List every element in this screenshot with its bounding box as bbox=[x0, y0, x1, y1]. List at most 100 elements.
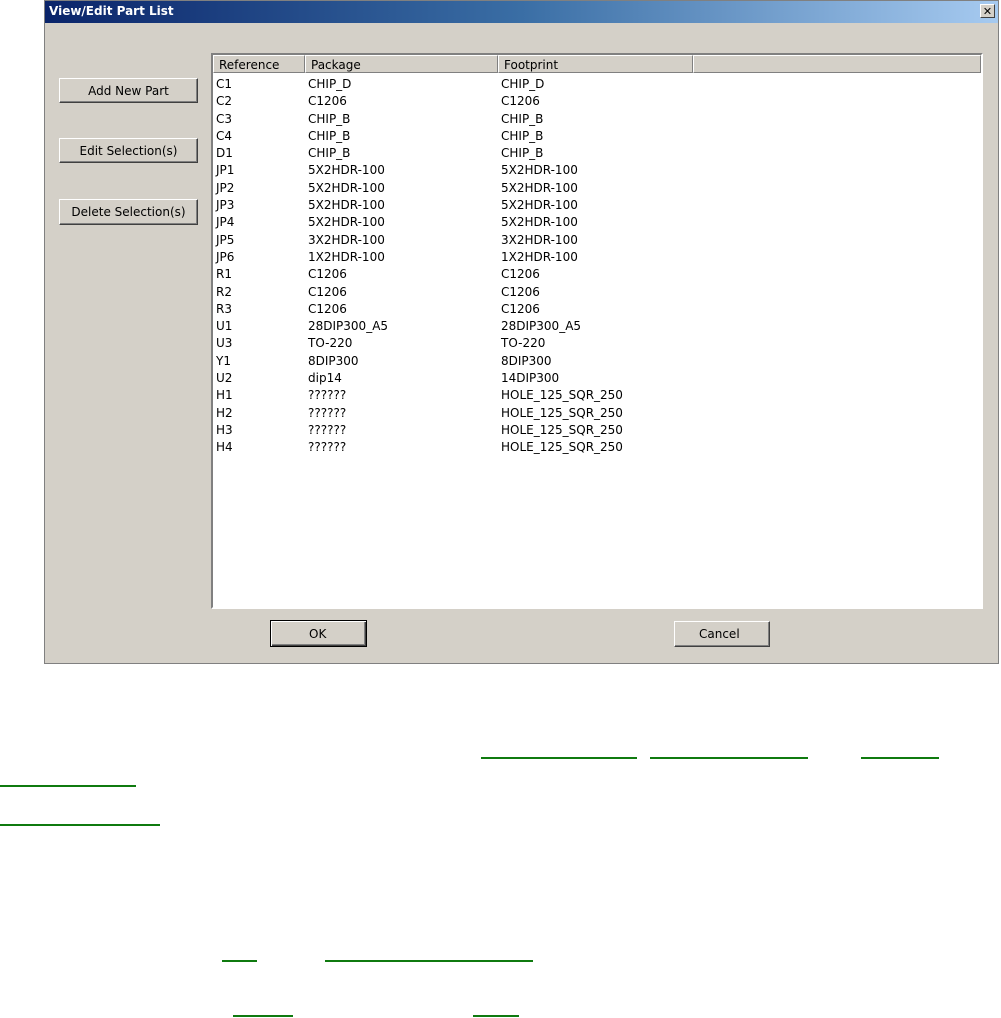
cell-package: C1206 bbox=[308, 284, 347, 299]
cell-package: C1206 bbox=[308, 301, 347, 316]
table-row[interactable]: U1 28DIP300_A5 28DIP300_A5 bbox=[213, 319, 981, 336]
part-list-view[interactable]: Reference Package Footprint C1 CHIP_D CHIP… bbox=[211, 53, 983, 609]
table-row[interactable]: H1?????? HOLE_125_SQR_250 bbox=[213, 388, 981, 405]
cell-footprint: HOLE_125_SQR_250 bbox=[501, 388, 623, 403]
link-underline[interactable] bbox=[481, 757, 637, 759]
cell-footprint: 8DIP300 bbox=[501, 353, 552, 368]
cell-footprint: CHIP_B bbox=[501, 128, 544, 143]
cell-reference: JP4 bbox=[216, 215, 235, 230]
ok-button[interactable]: OK bbox=[270, 620, 367, 647]
link-underline[interactable] bbox=[650, 757, 808, 759]
cell-footprint: 5X2HDR-100 bbox=[501, 180, 578, 195]
column-header-blank[interactable] bbox=[693, 55, 981, 73]
table-row[interactable]: Y1 8DIP300 8DIP300 bbox=[213, 354, 981, 371]
table-row[interactable]: R3 C1206 C1206 bbox=[213, 302, 981, 319]
link-underline[interactable] bbox=[233, 1015, 293, 1017]
table-row[interactable]: JP5 3X2HDR-100 3X2HDR-100 bbox=[213, 233, 981, 250]
cell-reference: R1 bbox=[216, 267, 232, 282]
cell-reference: Y1 bbox=[216, 353, 231, 368]
part-list-dialog: View/Edit Part List ✕ Add New Part Edit … bbox=[44, 0, 999, 664]
cell-reference: H2 bbox=[216, 405, 233, 420]
column-header-reference[interactable]: Reference bbox=[213, 55, 305, 73]
link-underline[interactable] bbox=[0, 785, 136, 787]
cell-footprint: 3X2HDR-100 bbox=[501, 232, 578, 247]
cell-reference: C3 bbox=[216, 111, 233, 126]
delete-selection-button[interactable]: Delete Selection(s) bbox=[59, 199, 198, 225]
cell-package: dip14 bbox=[308, 371, 342, 386]
cell-reference: H3 bbox=[216, 422, 233, 437]
cell-footprint: CHIP_B bbox=[501, 111, 544, 126]
title-bar[interactable]: View/Edit Part List ✕ bbox=[45, 1, 998, 23]
cell-package: CHIP_B bbox=[308, 128, 351, 143]
table-row[interactable]: C3 CHIP_B CHIP_B bbox=[213, 112, 981, 129]
cell-package: 28DIP300_A5 bbox=[308, 319, 389, 334]
cell-reference: JP6 bbox=[216, 249, 235, 264]
cell-package: CHIP_B bbox=[308, 111, 351, 126]
link-underline[interactable] bbox=[0, 824, 160, 826]
cell-package: ?????? bbox=[308, 405, 347, 420]
cell-package: 5X2HDR-100 bbox=[308, 180, 385, 195]
cell-reference: JP2 bbox=[216, 180, 235, 195]
table-row[interactable]: H4?????? HOLE_125_SQR_250 bbox=[213, 440, 981, 457]
cell-footprint: 1X2HDR-100 bbox=[501, 249, 578, 264]
cell-reference: JP5 bbox=[216, 232, 235, 247]
cell-footprint: HOLE_125_SQR_250 bbox=[501, 422, 623, 437]
cell-reference: R3 bbox=[216, 301, 232, 316]
add-new-part-button[interactable]: Add New Part bbox=[59, 78, 198, 103]
cell-reference: C1 bbox=[216, 77, 233, 91]
cell-package: ?????? bbox=[308, 440, 347, 455]
close-button[interactable]: ✕ bbox=[980, 4, 995, 18]
cell-reference: U1 bbox=[216, 319, 233, 334]
cell-reference: D1 bbox=[216, 146, 233, 161]
cell-reference: C4 bbox=[216, 128, 233, 143]
cell-footprint: 5X2HDR-100 bbox=[501, 198, 578, 213]
cell-package: 8DIP300 bbox=[308, 353, 359, 368]
cell-reference: C2 bbox=[216, 94, 233, 109]
cell-reference: JP1 bbox=[216, 163, 235, 178]
table-row[interactable]: C4 CHIP_B CHIP_B bbox=[213, 129, 981, 146]
table-row[interactable]: R2 C1206 C1206 bbox=[213, 285, 981, 302]
table-row[interactable]: H3?????? HOLE_125_SQR_250 bbox=[213, 423, 981, 440]
edit-selection-button[interactable]: Edit Selection(s) bbox=[59, 138, 198, 163]
cell-package: 5X2HDR-100 bbox=[308, 163, 385, 178]
cell-footprint: HOLE_125_SQR_250 bbox=[501, 440, 623, 455]
table-row[interactable]: R1 C1206 C1206 bbox=[213, 267, 981, 284]
table-row[interactable]: JP4 5X2HDR-100 5X2HDR-100 bbox=[213, 215, 981, 232]
link-underline[interactable] bbox=[861, 757, 939, 759]
column-header-footprint[interactable]: Footprint bbox=[498, 55, 693, 73]
cell-package: 3X2HDR-100 bbox=[308, 232, 385, 247]
table-row[interactable]: JP2 5X2HDR-100 5X2HDR-100 bbox=[213, 181, 981, 198]
cell-reference: H4 bbox=[216, 440, 233, 455]
window-title: View/Edit Part List bbox=[49, 4, 174, 18]
cell-footprint: 5X2HDR-100 bbox=[501, 163, 578, 178]
table-row[interactable]: C1 CHIP_D CHIP_D bbox=[213, 77, 981, 94]
cancel-button[interactable]: Cancel bbox=[674, 621, 770, 647]
table-row[interactable]: C2 C1206 C1206 bbox=[213, 94, 981, 111]
table-row[interactable]: JP1 5X2HDR-100 5X2HDR-100 bbox=[213, 163, 981, 180]
close-icon: ✕ bbox=[982, 4, 993, 18]
cell-footprint: CHIP_D bbox=[501, 77, 545, 91]
cell-footprint: CHIP_B bbox=[501, 146, 544, 161]
link-underline[interactable] bbox=[222, 960, 257, 962]
table-row[interactable]: JP6 1X2HDR-100 1X2HDR-100 bbox=[213, 250, 981, 267]
table-row[interactable]: D1 CHIP_B CHIP_B bbox=[213, 146, 981, 163]
link-underline[interactable] bbox=[325, 960, 533, 962]
cell-footprint: TO-220 bbox=[501, 336, 546, 351]
cell-footprint: C1206 bbox=[501, 267, 540, 282]
list-header: Reference Package Footprint bbox=[213, 55, 981, 73]
cell-package: 5X2HDR-100 bbox=[308, 198, 385, 213]
link-underline[interactable] bbox=[473, 1015, 519, 1017]
table-row[interactable]: U3 TO-220 TO-220 bbox=[213, 336, 981, 353]
cell-package: CHIP_D bbox=[308, 77, 352, 91]
table-row[interactable]: U2 dip14 14DIP300 bbox=[213, 371, 981, 388]
cell-footprint: C1206 bbox=[501, 301, 540, 316]
cell-footprint: C1206 bbox=[501, 94, 540, 109]
table-row[interactable]: H2?????? HOLE_125_SQR_250 bbox=[213, 406, 981, 423]
cell-package: 1X2HDR-100 bbox=[308, 249, 385, 264]
cell-reference: H1 bbox=[216, 388, 233, 403]
cell-footprint: 5X2HDR-100 bbox=[501, 215, 578, 230]
cell-reference: U3 bbox=[216, 336, 233, 351]
table-row[interactable]: JP3 5X2HDR-100 5X2HDR-100 bbox=[213, 198, 981, 215]
cell-package: C1206 bbox=[308, 267, 347, 282]
column-header-package[interactable]: Package bbox=[305, 55, 498, 73]
